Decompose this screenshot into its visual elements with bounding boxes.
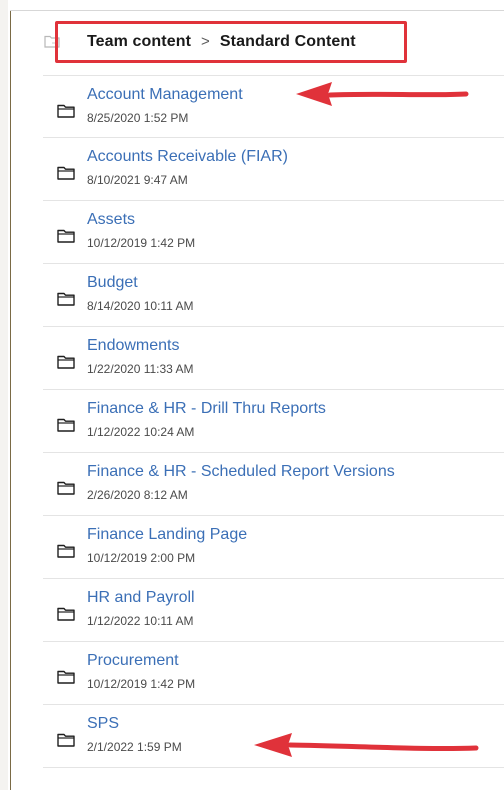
folder-icon [57, 733, 75, 747]
folder-name[interactable]: Budget [87, 274, 138, 292]
list-item[interactable]: Procurement 10/12/2019 1:42 PM [43, 642, 504, 705]
folder-icon [57, 607, 75, 621]
list-item[interactable]: Assets 10/12/2019 1:42 PM [43, 201, 504, 264]
folder-name[interactable]: Finance Landing Page [87, 526, 247, 544]
list-item[interactable]: Budget 8/14/2020 10:11 AM [43, 264, 504, 327]
content-panel: Team content > Standard Content Account Ma… [11, 11, 504, 790]
folder-icon [57, 670, 75, 684]
folder-icon [57, 229, 75, 243]
modified-date: 8/14/2020 10:11 AM [87, 299, 194, 313]
list-item[interactable]: HR and Payroll 1/12/2022 10:11 AM [43, 579, 504, 642]
folder-list: Account Management 8/25/2020 1:52 PM Acc… [43, 75, 504, 768]
breadcrumb-team-content[interactable]: Team content [87, 33, 191, 50]
list-item[interactable]: Accounts Receivable (FIAR) 8/10/2021 9:4… [43, 138, 504, 201]
folder-name[interactable]: Endowments [87, 337, 180, 355]
folder-icon [57, 292, 75, 306]
list-item[interactable]: Finance Landing Page 10/12/2019 2:00 PM [43, 516, 504, 579]
breadcrumb: Team content > Standard Content [11, 11, 504, 75]
modified-date: 8/25/2020 1:52 PM [87, 111, 189, 125]
window-frame-top [10, 0, 504, 11]
folder-icon [57, 481, 75, 495]
folder-name[interactable]: Account Management [87, 86, 243, 104]
list-item[interactable]: Finance & HR - Scheduled Report Versions… [43, 453, 504, 516]
modified-date: 10/12/2019 2:00 PM [87, 551, 196, 565]
modified-date: 10/12/2019 1:42 PM [87, 677, 196, 691]
modified-date: 1/22/2020 11:33 AM [87, 362, 194, 376]
folder-name[interactable]: Finance & HR - Scheduled Report Versions [87, 463, 395, 481]
folder-icon [57, 104, 75, 118]
folder-name[interactable]: Procurement [87, 652, 179, 670]
folder-name[interactable]: HR and Payroll [87, 589, 195, 607]
folder-name[interactable]: Accounts Receivable (FIAR) [87, 148, 288, 166]
breadcrumb-separator: > [201, 33, 210, 50]
folder-icon [57, 166, 75, 180]
folder-icon [57, 355, 75, 369]
modified-date: 1/12/2022 10:24 AM [87, 425, 195, 439]
folder-name[interactable]: SPS [87, 715, 119, 733]
annotation-arrow-account-management [296, 82, 469, 106]
folder-icon [57, 544, 75, 558]
modified-date: 10/12/2019 1:42 PM [87, 236, 196, 250]
breadcrumb-current: Standard Content [219, 33, 356, 50]
modified-date: 2/1/2022 1:59 PM [87, 740, 182, 754]
modified-date: 8/10/2021 9:47 AM [87, 173, 188, 187]
modified-date: 2/26/2020 8:12 AM [87, 488, 188, 502]
annotation-arrow-sps [254, 733, 479, 757]
modified-date: 1/12/2022 10:11 AM [87, 614, 194, 628]
window-frame-left [0, 0, 11, 790]
breadcrumb-path: Team content > Standard Content [87, 33, 356, 51]
folder-name[interactable]: Assets [87, 211, 135, 229]
folder-icon [57, 418, 75, 432]
list-item[interactable]: Finance & HR - Drill Thru Reports 1/12/2… [43, 390, 504, 453]
folder-name[interactable]: Finance & HR - Drill Thru Reports [87, 400, 326, 418]
list-item[interactable]: Endowments 1/22/2020 11:33 AM [43, 327, 504, 390]
